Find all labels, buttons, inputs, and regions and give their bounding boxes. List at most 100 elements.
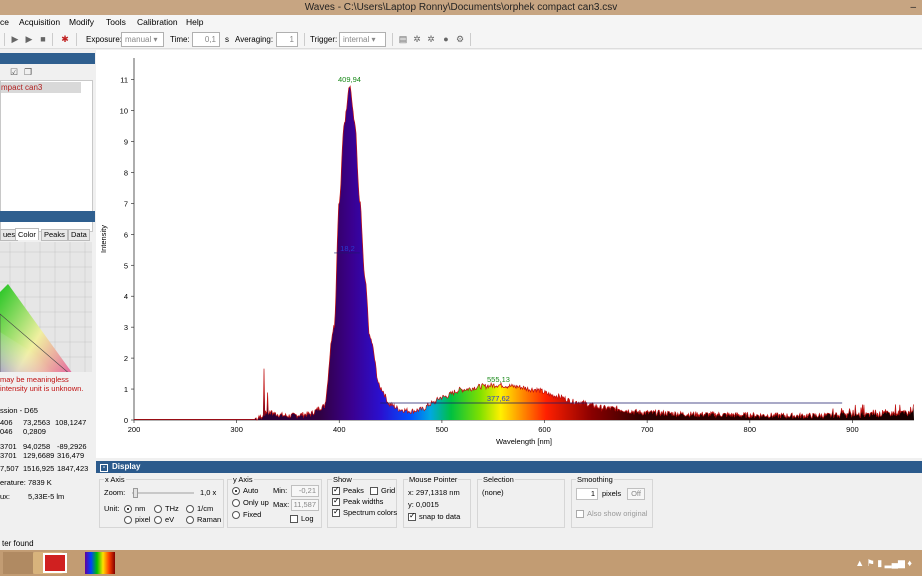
tab-color[interactable]: Color	[15, 228, 39, 240]
unit-ev-radio[interactable]	[154, 516, 162, 524]
selection-group: Selection (none)	[477, 474, 565, 528]
menu-device[interactable]: ce	[0, 15, 9, 30]
unit-nm-radio[interactable]	[124, 505, 132, 513]
zoom-value: 1,0 x	[200, 488, 217, 497]
sun-icon[interactable]: ✲	[412, 34, 422, 44]
smoothing-unit: pixels	[602, 489, 622, 498]
spectrum-colors-label: Spectrum colors	[343, 508, 398, 517]
spectrum-plot-area[interactable]: 0 1 2 3 4 5 6 7 8 9 10 11 200 300 400 500 600 700 800 900 4…	[96, 50, 922, 458]
also-show-original-checkbox[interactable]	[576, 510, 584, 518]
y-tick-label: 0	[124, 416, 128, 425]
snap-label: snap to data	[419, 512, 461, 521]
record-icon[interactable]: ●	[441, 34, 451, 44]
smoothing-off-button[interactable]: Off	[627, 488, 645, 500]
y-min-input[interactable]: -0,21	[291, 485, 319, 497]
peak-label: 409,94	[338, 75, 361, 84]
toolbar-separator	[76, 33, 77, 46]
y-tick-label: 10	[120, 107, 128, 116]
smoothing-group: Smoothing 1 pixels Off Also show origina…	[571, 474, 653, 528]
time-input[interactable]: 0,1	[192, 32, 220, 47]
dark-spectrum-icon[interactable]: ✱	[60, 34, 70, 44]
collapse-icon[interactable]: -	[100, 464, 108, 472]
lux-label: ux:	[0, 492, 11, 501]
sun-alt-icon[interactable]: ✲	[426, 34, 436, 44]
unit-pixel-label: pixel	[135, 515, 151, 524]
unit-cm-radio[interactable]	[186, 505, 194, 513]
smoothing-title: Smoothing	[576, 474, 614, 485]
table-cell: 1847,423	[57, 464, 89, 473]
left-panel: ☑ ❐ mpact can3 ues Color Peaks Data may …	[0, 50, 95, 538]
peak-widths-checkbox[interactable]	[332, 496, 340, 506]
x-tick-label: 800	[744, 425, 757, 434]
y-only-up-radio[interactable]	[232, 499, 240, 507]
file-item[interactable]: mpact can3	[1, 82, 81, 93]
tab-peaks[interactable]: Peaks	[41, 229, 68, 241]
menu-calibration[interactable]: Calibration	[137, 15, 178, 30]
y-tick-label: 2	[124, 354, 128, 363]
file-list: mpact can3	[0, 80, 93, 232]
peaks-checkbox[interactable]	[332, 485, 340, 495]
y-max-input[interactable]: 11,587	[291, 499, 319, 511]
averaging-input[interactable]: 1	[276, 32, 298, 47]
unit-raman-radio[interactable]	[186, 516, 194, 524]
menu-modify[interactable]: Modify	[69, 15, 94, 30]
show-group: Show Peaks Grid Peak widths Spectrum col…	[327, 474, 398, 528]
menu-bar: ce Acquisition Modify Tools Calibration …	[0, 15, 922, 30]
stop-icon[interactable]: ■	[38, 34, 48, 44]
menu-acquisition[interactable]: Acquisition	[19, 15, 60, 30]
taskbar-app-red-icon[interactable]	[43, 553, 67, 573]
display-title: Display	[112, 462, 141, 471]
snap-checkbox[interactable]	[408, 511, 416, 521]
x-axis-group: x Axis Zoom: 1,0 x Unit: nm THz 1/cm pix…	[99, 474, 224, 528]
skip-icon[interactable]: ▶	[10, 34, 20, 44]
play-icon[interactable]: ▶	[24, 34, 34, 44]
toolbar-separator	[470, 33, 471, 46]
time-unit: s	[225, 35, 229, 44]
unit-ev-label: eV	[165, 515, 175, 524]
unit-pixel-radio[interactable]	[124, 516, 132, 524]
zoom-slider-handle[interactable]	[133, 488, 138, 498]
table-cell: 316,479	[57, 451, 85, 460]
x-tick-label: 600	[538, 425, 551, 434]
minimize-button[interactable]: –	[910, 0, 916, 15]
y-tick-label: 8	[124, 168, 128, 177]
exposure-select[interactable]: manual ▾	[121, 32, 164, 47]
table-cell: 3701	[0, 451, 17, 460]
log-checkbox[interactable]	[290, 515, 298, 523]
x-tick-label: 400	[333, 425, 346, 434]
system-tray[interactable]: ▲ ⚑ ▮ ▂▄▆ ♦	[855, 558, 912, 569]
exposure-label: Exposure:	[86, 35, 123, 44]
check-icon[interactable]: ☑	[10, 67, 18, 78]
window-title: Waves - C:\Users\Laptop Ronny\Documents\…	[304, 2, 618, 13]
x-axis-label: Wavelength [nm]	[496, 437, 552, 446]
y-auto-radio[interactable]	[232, 487, 240, 495]
y-axis-group: y Axis Auto Only up Fixed Min: -0,21 Max…	[227, 474, 322, 528]
zoom-slider[interactable]	[132, 492, 194, 494]
trigger-select[interactable]: internal ▾	[339, 32, 386, 47]
lux-value: 5,33E-5 lm	[28, 492, 65, 501]
settings-icon[interactable]: ⚙	[455, 34, 465, 44]
display-header[interactable]: - Display	[96, 461, 922, 473]
y-fixed-radio[interactable]	[232, 511, 240, 519]
y-max-label: Max:	[273, 500, 290, 509]
spectrum-app-icon[interactable]	[85, 552, 115, 574]
x-axis-title: x Axis	[104, 474, 126, 485]
spectrum-colors-checkbox[interactable]	[332, 507, 340, 517]
menu-help[interactable]: Help	[186, 15, 203, 30]
peak-label: 555,13	[487, 375, 510, 384]
y-tick-label: 3	[124, 323, 128, 332]
copy-icon[interactable]: ❐	[24, 67, 32, 78]
unit-label: Unit:	[104, 504, 120, 513]
mouse-pointer-title: Mouse Pointer	[408, 474, 459, 485]
save-icon[interactable]: ▤	[398, 34, 408, 44]
menu-tools[interactable]: Tools	[106, 15, 126, 30]
taskbar-app-explorer-edge[interactable]	[3, 552, 33, 574]
smoothing-input[interactable]: 1	[576, 488, 598, 500]
peaks-label: Peaks	[343, 486, 364, 495]
grid-checkbox[interactable]	[370, 487, 378, 495]
tab-data[interactable]: Data	[68, 229, 90, 241]
spectrum-chart[interactable]: 0 1 2 3 4 5 6 7 8 9 10 11 200 300 400 500 600 700 800 900 4…	[96, 50, 922, 458]
toolbar-separator	[52, 33, 53, 46]
unit-thz-radio[interactable]	[154, 505, 162, 513]
y-tick-label: 6	[124, 230, 128, 239]
